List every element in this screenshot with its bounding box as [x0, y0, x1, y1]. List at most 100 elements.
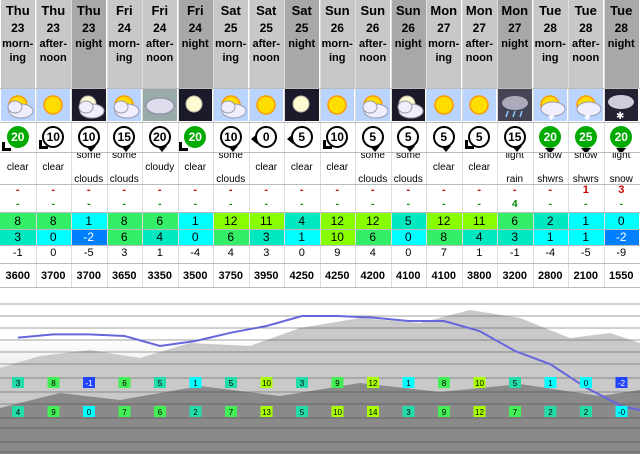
panorama-temp-tag: 14 — [367, 406, 379, 417]
svg-text:-1: -1 — [85, 379, 93, 388]
wind-arrow-icon: 10 — [323, 126, 349, 149]
time-of-day-label: morn- — [321, 38, 353, 50]
svg-text:0: 0 — [87, 408, 92, 417]
weather-description: clear — [249, 152, 285, 184]
day-label: Mon — [501, 3, 529, 18]
time-of-day-label: after- — [358, 38, 387, 50]
snow-cloud-icon: ✱ — [604, 88, 640, 122]
svg-text:13: 13 — [262, 408, 271, 417]
wind-chill: 7 — [440, 247, 447, 259]
panorama-temp-tag: 5 — [225, 377, 237, 388]
min-temperature: 8 — [426, 229, 462, 245]
column-divider — [426, 0, 427, 287]
min-temperature: 1 — [568, 229, 604, 245]
column-header: Sun 26 after-noon — [355, 0, 390, 88]
svg-text:1: 1 — [193, 379, 198, 388]
wind-cell: 5 — [391, 122, 427, 152]
freezing-level: 4100 — [431, 270, 456, 282]
panorama-temp-tag: 12 — [473, 406, 486, 417]
panorama-temp-tag: 10 — [473, 377, 486, 388]
wind-chill: -9 — [616, 247, 627, 259]
panorama-temp-tag: 9 — [438, 406, 450, 417]
max-temperature: 12 — [319, 213, 355, 229]
date-label: 25 — [295, 21, 309, 35]
description-text: light — [505, 152, 524, 161]
time-of-day-label: ing — [9, 52, 27, 64]
row-divider — [0, 184, 640, 185]
max-temperature: 8 — [35, 213, 71, 229]
day-label: Sun — [360, 3, 386, 18]
wind-chill: -4 — [545, 247, 556, 259]
day-label: Sat — [220, 3, 241, 18]
row-divider — [0, 212, 640, 213]
column-header: Thu 23 after-noon — [36, 0, 71, 88]
svg-text:2: 2 — [584, 408, 589, 417]
max-temperature: 11 — [461, 213, 497, 229]
min-temperature: 6 — [213, 229, 249, 245]
moon-cloud-icon — [71, 88, 107, 122]
column-divider — [213, 0, 214, 287]
svg-text:14: 14 — [369, 408, 378, 417]
time-of-day-label: noon — [359, 52, 387, 64]
time-of-day-label: night — [501, 38, 529, 50]
column-divider — [532, 0, 534, 287]
day-label: Tue — [539, 3, 562, 18]
wind-cell: 10 — [71, 122, 107, 152]
wind-cell: 10 — [213, 122, 249, 152]
column-header: Tue 28 morn-ing — [533, 0, 568, 88]
column-divider — [390, 0, 392, 287]
time-of-day-label: noon — [465, 52, 493, 64]
max-temperature: 2 — [532, 213, 568, 229]
description-text: clear — [432, 162, 455, 173]
max-temperature: 12 — [426, 213, 462, 229]
wind-cell: 20 — [533, 122, 569, 152]
day-label: Mon — [465, 3, 493, 18]
panorama-temp-tag: 8 — [438, 377, 450, 388]
wind-arrow-icon: 10 — [39, 126, 65, 149]
wind-chill: 1 — [476, 247, 483, 259]
svg-text:12: 12 — [475, 408, 484, 417]
time-of-day-label: night — [181, 38, 209, 50]
panorama-temp-tag: 0 — [580, 377, 592, 388]
freezing-level: 3800 — [467, 270, 492, 282]
description-text: some — [76, 152, 101, 161]
row-divider — [0, 229, 640, 230]
max-temperature: 1 — [71, 213, 107, 229]
wind-cell: 10 — [320, 122, 356, 152]
description-text: some — [112, 152, 137, 161]
freezing-level: 3700 — [41, 270, 66, 282]
svg-text:7: 7 — [513, 408, 518, 417]
description-text: clouds — [109, 174, 139, 184]
max-temperature: 8 — [0, 213, 36, 229]
wind-arrow-icon: 5 — [465, 126, 491, 149]
min-temperature: 3 — [248, 229, 284, 245]
cloud-icon — [142, 88, 178, 122]
freezing-level: 4250 — [289, 270, 314, 282]
weather-description: snow shwrs — [568, 152, 604, 184]
wind-arrow-icon: 20 — [1, 126, 29, 151]
wind-chill: 0 — [298, 247, 305, 259]
panorama-temp-tag: 2 — [544, 406, 557, 417]
svg-text:7: 7 — [122, 408, 127, 417]
svg-text:✱: ✱ — [548, 113, 555, 121]
column-header: Fri 24 after-noon — [142, 0, 177, 88]
svg-text:0: 0 — [584, 379, 589, 388]
panorama-temp-tag: 5 — [154, 377, 166, 388]
day-label: Mon — [430, 3, 458, 18]
description-text: clouds — [393, 174, 423, 184]
max-temperature: 0 — [603, 213, 639, 229]
date-label: 27 — [508, 21, 522, 35]
date-label: 24 — [117, 21, 131, 35]
column-divider — [106, 0, 108, 287]
description-text: light — [612, 152, 631, 161]
column-divider — [461, 0, 463, 287]
column-header: Thu 23 night — [71, 0, 106, 88]
wind-arrow-icon: 5 — [361, 126, 384, 152]
time-of-day-label: ing — [435, 52, 453, 64]
weather-description: light snow — [604, 152, 640, 184]
panorama-temp-tag: 1 — [402, 377, 415, 388]
wind-cell: 20 — [178, 122, 214, 152]
day-label: Thu — [76, 3, 101, 18]
weather-description: clear — [320, 152, 356, 184]
svg-text:6: 6 — [122, 379, 127, 388]
